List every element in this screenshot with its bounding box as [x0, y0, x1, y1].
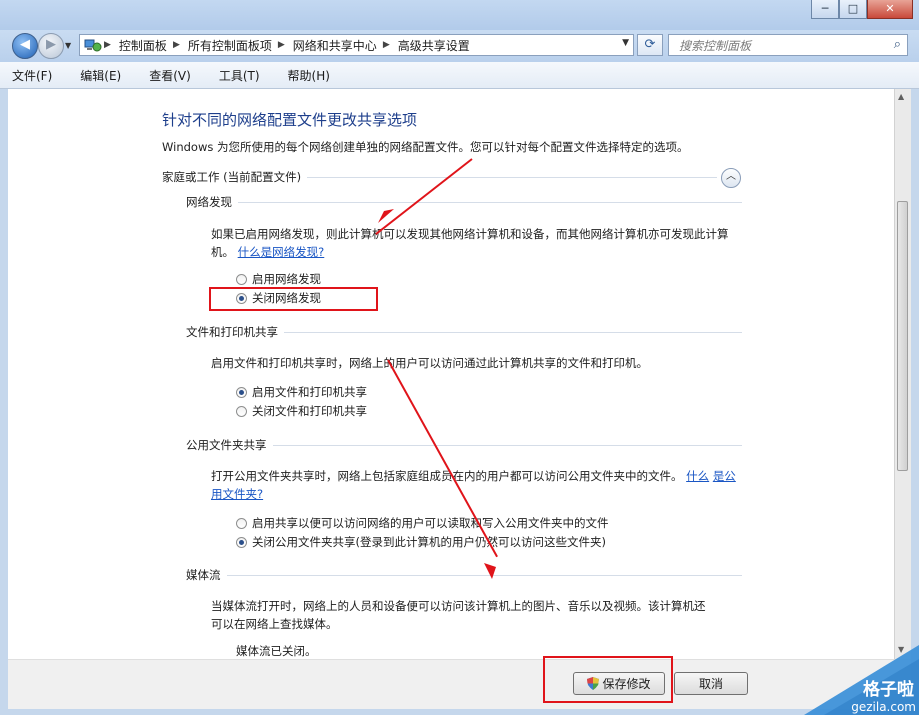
public-title: 公用文件夹共享 [186, 437, 273, 453]
back-button[interactable]: ◀ [12, 33, 38, 59]
chevron-right-icon[interactable]: ▶ [104, 40, 111, 50]
cancel-button[interactable]: 取消 [674, 672, 748, 695]
discovery-help-link[interactable]: 什么是网络发现? [238, 245, 325, 259]
search-icon[interactable]: ⌕ [894, 37, 901, 52]
chevron-down-icon[interactable]: ▼ [622, 38, 629, 48]
breadcrumb-all-items[interactable]: 所有控制面板项 [188, 37, 272, 54]
watermark-domain: gezila.com [851, 700, 916, 714]
recent-pages-dropdown-icon[interactable]: ▼ [65, 41, 71, 50]
profile-title: 家庭或工作 (当前配置文件) [162, 169, 308, 185]
minimize-button[interactable]: ─ [811, 0, 839, 19]
printer-title: 文件和打印机共享 [186, 324, 284, 340]
address-bar[interactable]: ▶ 控制面板 ▶ 所有控制面板项 ▶ 网络和共享中心 ▶ 高级共享设置 ▼ [79, 34, 634, 56]
printer-on-radio[interactable]: 启用文件和打印机共享 [236, 384, 367, 400]
menu-edit[interactable]: 编辑(E) [74, 65, 127, 86]
discovery-title: 网络发现 [186, 194, 238, 210]
printer-description: 启用文件和打印机共享时，网络上的用户可以访问通过此计算机共享的文件和打印机。 [211, 356, 648, 370]
annotation-save-highlight-box [543, 656, 673, 703]
refresh-button[interactable]: ⟳ [637, 34, 663, 56]
chevron-right-icon[interactable]: ▶ [173, 40, 180, 50]
printer-off-radio[interactable]: 关闭文件和打印机共享 [236, 403, 367, 419]
printer-on-label: 启用文件和打印机共享 [252, 385, 367, 399]
control-panel-icon [84, 39, 102, 52]
media-title: 媒体流 [186, 567, 227, 583]
scroll-up-icon[interactable]: ▲ [898, 92, 904, 101]
site-watermark-logo: 格子啦 gezila.com [804, 645, 919, 715]
chevron-right-icon[interactable]: ▶ [383, 40, 390, 50]
close-button[interactable]: ✕ [867, 0, 913, 19]
discovery-divider [186, 202, 742, 203]
page-title: 针对不同的网络配置文件更改共享选项 [162, 111, 418, 129]
radio-button[interactable] [236, 273, 247, 285]
radio-button[interactable] [236, 405, 247, 417]
public-on-radio[interactable]: 启用共享以便可以访问网络的用户可以读取和写入公用文件夹中的文件 [236, 515, 609, 531]
annotation-arrowhead-icon [484, 563, 496, 579]
menu-help[interactable]: 帮助(H) [282, 65, 336, 86]
search-input[interactable] [677, 36, 881, 56]
media-description-line2: 可以在网络上查找媒体。 [211, 617, 338, 631]
settings-content: 针对不同的网络配置文件更改共享选项 Windows 为您所使用的每个网络创建单独… [8, 89, 894, 659]
public-help-link-part1[interactable]: 什么 [686, 469, 709, 483]
breadcrumb-network-center[interactable]: 网络和共享中心 [293, 37, 377, 54]
printer-off-label: 关闭文件和打印机共享 [252, 404, 367, 418]
public-desc-text: 打开公用文件夹共享时，网络上包括家庭组成员在内的用户都可以访问公用文件夹中的文件… [211, 469, 683, 483]
title-bar: ─ □ ✕ [0, 0, 919, 30]
menu-view[interactable]: 查看(V) [143, 65, 197, 86]
menu-bar: 文件(F) 编辑(E) 查看(V) 工具(T) 帮助(H) [0, 62, 919, 89]
maximize-button[interactable]: □ [839, 0, 867, 19]
media-divider [186, 575, 742, 576]
public-off-label: 关闭公用文件夹共享(登录到此计算机的用户仍然可以访问这些文件夹) [252, 535, 606, 549]
discovery-on-label: 启用网络发现 [252, 272, 321, 286]
watermark-title: 格子啦 [863, 679, 914, 700]
page-intro: Windows 为您所使用的每个网络创建单独的网络配置文件。您可以针对每个配置文… [162, 140, 689, 154]
media-status: 媒体流已关闭。 [236, 644, 317, 658]
discovery-on-radio[interactable]: 启用网络发现 [236, 271, 321, 287]
annotation-highlight-box [209, 287, 378, 311]
menu-file[interactable]: 文件(F) [6, 65, 58, 86]
discovery-description: 如果已启用网络发现，则此计算机可以发现其他网络计算机和设备，而其他网络计算机亦可… [211, 225, 741, 261]
search-box[interactable]: ⌕ [668, 34, 908, 56]
chevron-right-icon[interactable]: ▶ [278, 40, 285, 50]
action-bar: 保存修改 取消 [8, 659, 911, 709]
cancel-label: 取消 [698, 677, 723, 691]
public-off-radio[interactable]: 关闭公用文件夹共享(登录到此计算机的用户仍然可以访问这些文件夹) [236, 534, 606, 550]
public-description: 打开公用文件夹共享时，网络上包括家庭组成员在内的用户都可以访问公用文件夹中的文件… [211, 467, 741, 503]
media-description-line1: 当媒体流打开时，网络上的人员和设备便可以访问该计算机上的图片、音乐以及视频。该计… [211, 599, 706, 613]
radio-button-checked[interactable] [236, 536, 247, 548]
public-on-label: 启用共享以便可以访问网络的用户可以读取和写入公用文件夹中的文件 [252, 516, 609, 530]
radio-button[interactable] [236, 517, 247, 529]
breadcrumb-control-panel[interactable]: 控制面板 [119, 37, 167, 54]
vertical-scrollbar[interactable]: ▲ ▼ [894, 89, 911, 659]
menu-tools[interactable]: 工具(T) [213, 65, 266, 86]
annotation-arrowhead-icon [378, 209, 394, 223]
radio-button-checked[interactable] [236, 386, 247, 398]
window-controls: ─ □ ✕ [811, 0, 913, 19]
forward-button[interactable]: ▶ [38, 33, 64, 59]
collapse-chevron-up-icon[interactable]: ︿ [721, 168, 741, 188]
navigation-bar: ◀ ▶ ▼ ▶ 控制面板 ▶ 所有控制面板项 ▶ 网络和共享中心 ▶ 高级共享设… [0, 30, 919, 62]
breadcrumb-advanced-sharing[interactable]: 高级共享设置 [398, 37, 470, 54]
scrollbar-thumb[interactable] [897, 201, 908, 471]
